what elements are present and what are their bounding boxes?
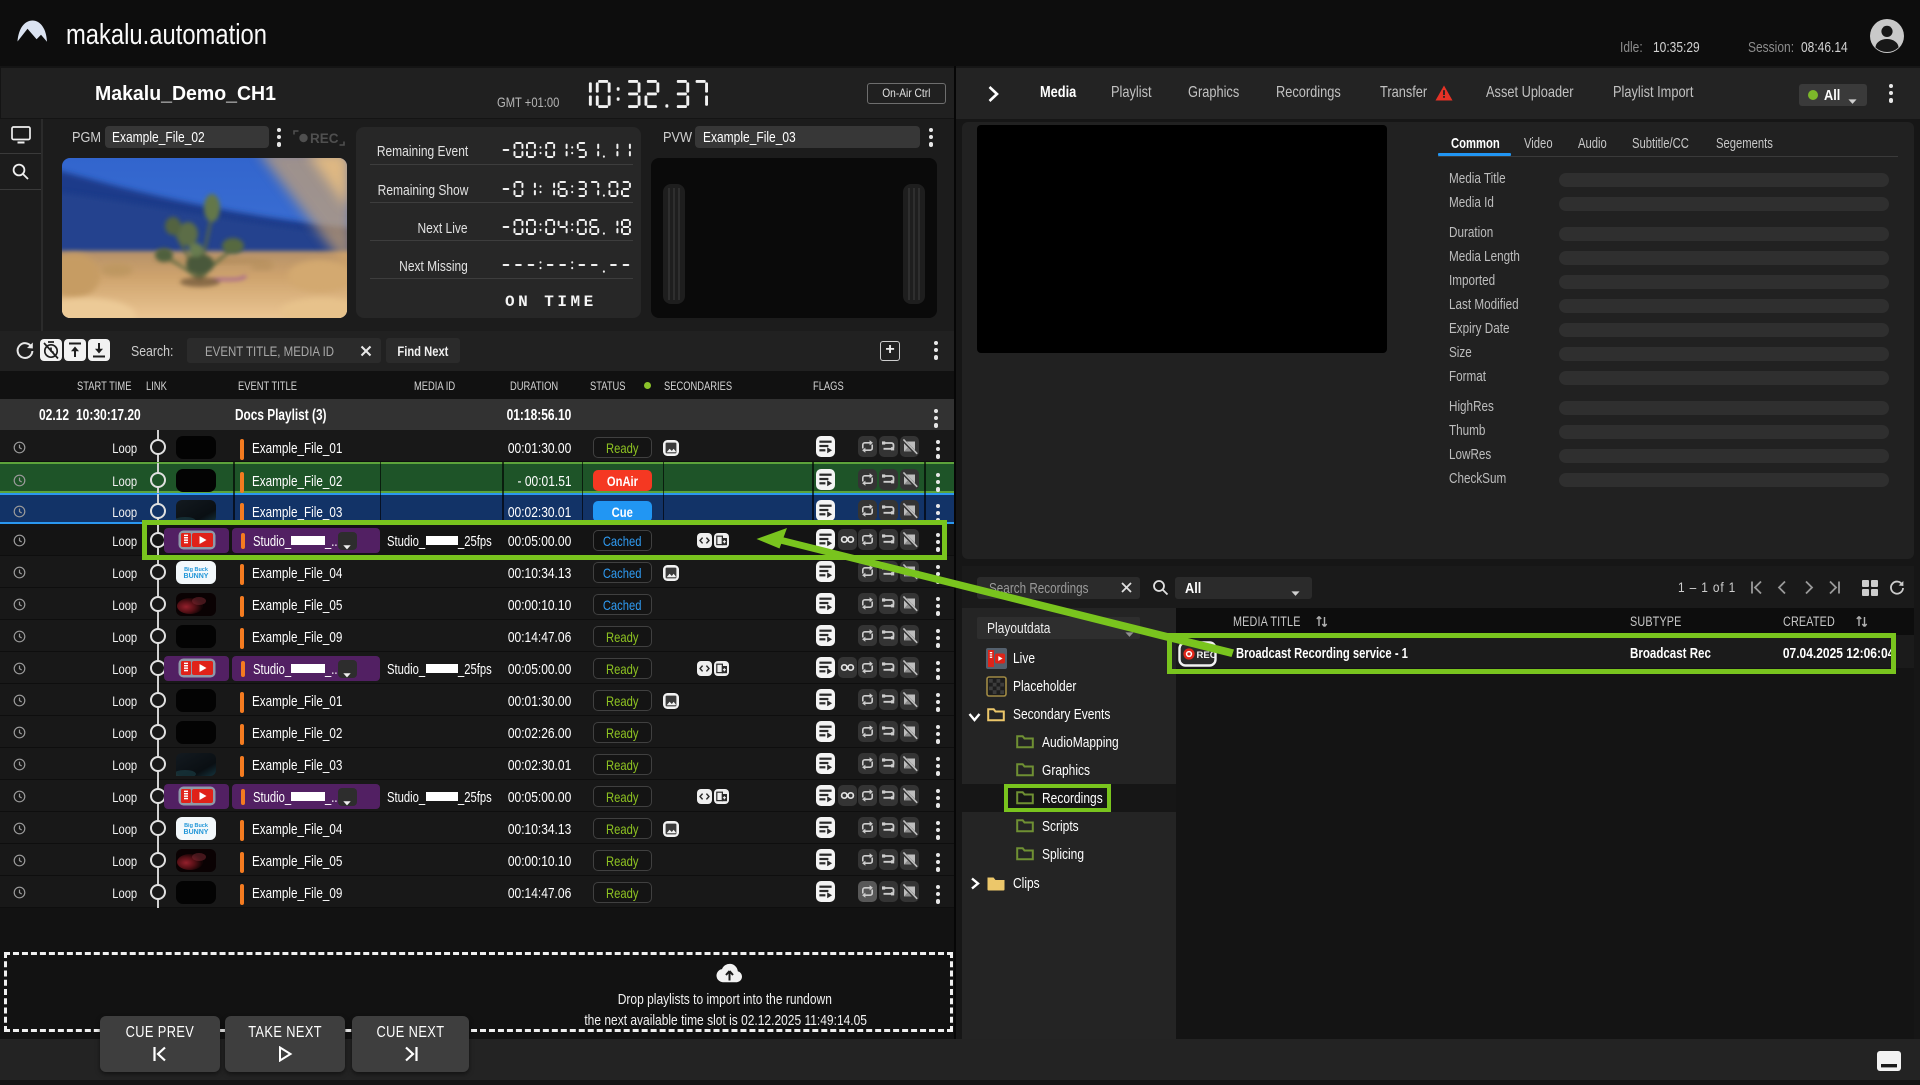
- svg-text:BUNNY: BUNNY: [184, 573, 209, 580]
- svg-text:REC: REC: [310, 131, 339, 146]
- svg-text:BUNNY: BUNNY: [184, 829, 209, 836]
- svg-text:REC: REC: [1197, 650, 1217, 661]
